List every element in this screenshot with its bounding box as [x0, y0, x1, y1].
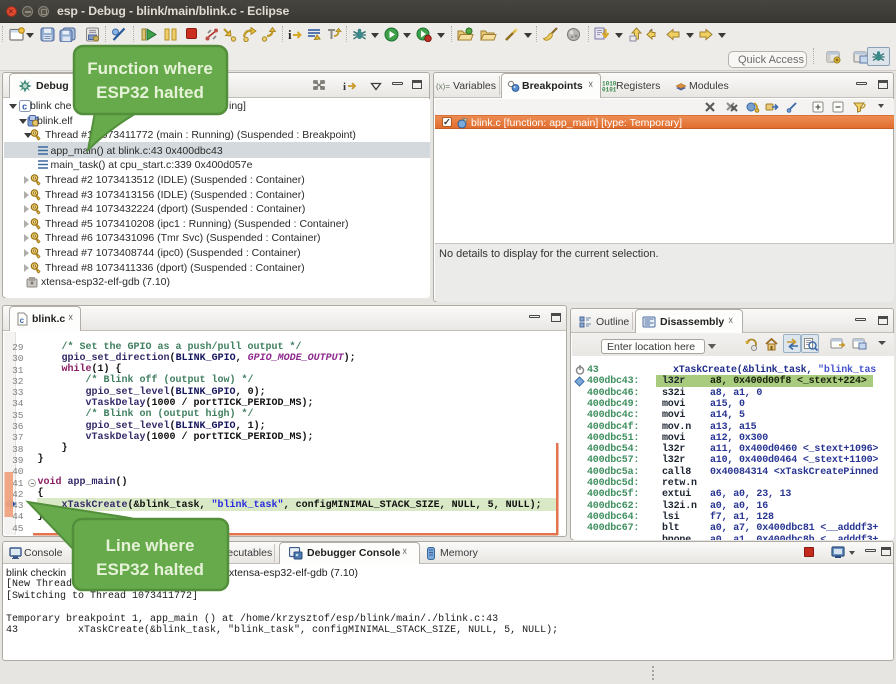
svg-text:0101: 0101 — [602, 87, 616, 93]
svg-text:i: i — [288, 27, 292, 42]
svg-text:c: c — [20, 317, 25, 326]
svg-text:c: c — [22, 103, 27, 113]
svg-text:(x)=: (x)= — [436, 82, 450, 91]
svg-text:i: i — [343, 81, 346, 92]
